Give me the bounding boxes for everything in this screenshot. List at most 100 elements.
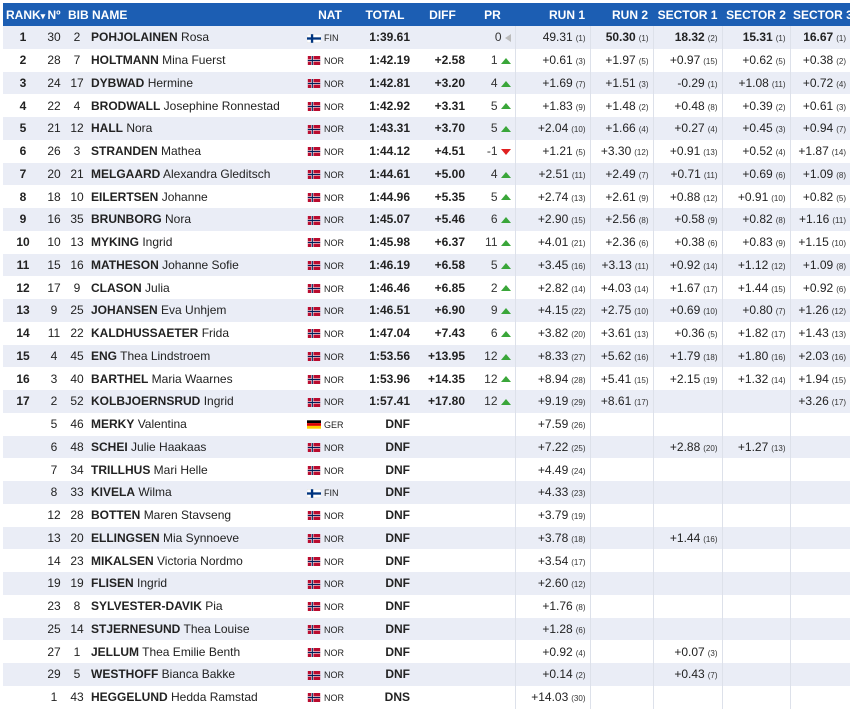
header-bib[interactable]: BIB bbox=[65, 3, 89, 26]
start-number-cell: 13 bbox=[47, 530, 61, 545]
athlete-name-link[interactable]: MELGAARD Alexandra Gleditsch bbox=[89, 163, 305, 186]
athlete-name-link[interactable]: FLISEN Ingrid bbox=[89, 572, 305, 595]
table-row[interactable]: 7 34 TRILLHUS Mari Helle NOR DNF +4.49 (2… bbox=[3, 458, 850, 481]
athlete-name-link[interactable]: KALDHUSSAETER Frida bbox=[89, 322, 305, 345]
start-number-cell: 2 bbox=[50, 394, 58, 409]
athlete-name-link[interactable]: HEGGELUND Hedda Ramstad bbox=[89, 686, 305, 709]
table-row[interactable]: 8 33 KIVELA Wilma FIN DNF +4.33 (23) bbox=[3, 481, 850, 504]
table-row[interactable]: 5 21 12 HALL Nora NOR 1:43.31 +3.70 5 +2… bbox=[3, 117, 850, 140]
header-sector3[interactable]: SECTOR 3 bbox=[790, 3, 853, 26]
table-row[interactable]: 17 2 52 KOLBJOERNSRUD Ingrid NOR 1:57.41… bbox=[3, 390, 850, 413]
bib-cell: 5 bbox=[73, 667, 81, 682]
table-row[interactable]: 25 14 STJERNESUND Thea Louise NOR DNF +1… bbox=[3, 617, 850, 641]
athlete-name-link[interactable]: HOLTMANN Mina Fuerst bbox=[89, 49, 305, 72]
run1-cell: +2.60 (12) bbox=[514, 572, 590, 595]
athlete-name-link[interactable]: DYBWAD Hermine bbox=[89, 72, 305, 95]
athlete-name-link[interactable]: BARTHEL Maria Waarnes bbox=[89, 367, 305, 390]
table-row[interactable]: 6 26 3 STRANDEN Mathea NOR 1:44.12 +4.51… bbox=[3, 139, 850, 163]
norway-flag-icon bbox=[307, 215, 321, 225]
table-row[interactable]: 1 30 2 POHJOLAINEN Rosa FIN 1:39.61 0 49… bbox=[3, 26, 850, 49]
header-no[interactable]: Nº bbox=[43, 3, 65, 26]
table-row[interactable]: 23 8 SYLVESTER-DAVIK Pia NOR DNF +1.76 (8… bbox=[3, 594, 850, 618]
sector1-cell: +0.71 (11) bbox=[652, 162, 722, 186]
header-diff[interactable]: DIFF bbox=[415, 3, 470, 26]
table-row[interactable]: 14 23 MIKALSEN Victoria Nordmo NOR DNF +… bbox=[3, 549, 850, 572]
header-pr[interactable]: PR bbox=[470, 3, 515, 26]
header-sector1[interactable]: SECTOR 1 bbox=[653, 3, 722, 26]
nation-cell: NOR bbox=[305, 254, 355, 277]
athlete-name-link[interactable]: JOHANSEN Eva Unhjem bbox=[89, 299, 305, 322]
start-number-cell: 29 bbox=[47, 667, 61, 682]
athlete-name-link[interactable]: HALL Nora bbox=[89, 117, 305, 140]
table-row[interactable]: 6 48 SCHEI Julie Haakaas NOR DNF +7.22 (2… bbox=[3, 435, 850, 459]
sector3-cell bbox=[789, 526, 850, 550]
sector2-cell bbox=[721, 390, 790, 413]
norway-flag-icon bbox=[307, 397, 321, 407]
arrow-up-icon bbox=[500, 353, 511, 360]
rank-cell: 13 bbox=[16, 303, 30, 318]
athlete-name-link[interactable]: BRUNBORG Nora bbox=[89, 208, 305, 231]
table-row[interactable]: 10 10 13 MYKING Ingrid NOR 1:45.98 +6.37… bbox=[3, 230, 850, 254]
athlete-name-link[interactable]: MERKY Valentina bbox=[89, 413, 305, 436]
bib-cell: 9 bbox=[73, 280, 81, 295]
athlete-name-link[interactable]: TRILLHUS Mari Helle bbox=[89, 458, 305, 481]
athlete-name-link[interactable]: POHJOLAINEN Rosa bbox=[89, 26, 305, 49]
athlete-name-link[interactable]: WESTHOFF Bianca Bakke bbox=[89, 663, 305, 686]
table-row[interactable]: 13 9 25 JOHANSEN Eva Unhjem NOR 1:46.51 … bbox=[3, 299, 850, 322]
rank-cell bbox=[3, 640, 43, 663]
norway-flag-icon bbox=[307, 602, 321, 612]
athlete-name-link[interactable]: STJERNESUND Thea Louise bbox=[89, 618, 305, 641]
table-row[interactable]: 13 20 ELLINGSEN Mia Synnoeve NOR DNF +3.… bbox=[3, 526, 850, 550]
table-row[interactable]: 3 24 17 DYBWAD Hermine NOR 1:42.81 +3.20… bbox=[3, 71, 850, 95]
bib-cell: 52 bbox=[70, 394, 84, 409]
athlete-name-link[interactable]: BOTTEN Maren Stavseng bbox=[89, 504, 305, 527]
header-name[interactable]: NAME bbox=[89, 3, 305, 26]
athlete-name-link[interactable]: KOLBJOERNSRUD Ingrid bbox=[89, 390, 305, 413]
table-row[interactable]: 9 16 35 BRUNBORG Nora NOR 1:45.07 +5.46 … bbox=[3, 208, 850, 231]
table-row[interactable]: 1 43 HEGGELUND Hedda Ramstad NOR DNS +14… bbox=[3, 685, 850, 709]
header-run1[interactable]: RUN 1 bbox=[515, 3, 590, 26]
table-row[interactable]: 12 17 9 CLASON Julia NOR 1:46.46 +6.85 2… bbox=[3, 276, 850, 299]
table-row[interactable]: 15 4 45 ENG Thea Lindstroem NOR 1:53.56 … bbox=[3, 344, 850, 368]
athlete-name-link[interactable]: JELLUM Thea Emilie Benth bbox=[89, 640, 305, 663]
athlete-name-link[interactable]: KIVELA Wilma bbox=[89, 481, 305, 504]
athlete-name-link[interactable]: MYKING Ingrid bbox=[89, 231, 305, 254]
athlete-name-link[interactable]: SCHEI Julie Haakaas bbox=[89, 436, 305, 459]
table-row[interactable]: 27 1 JELLUM Thea Emilie Benth NOR DNF +0… bbox=[3, 640, 850, 663]
athlete-name-link[interactable]: MATHESON Johanne Sofie bbox=[89, 254, 305, 277]
nation-cell: NOR bbox=[305, 640, 355, 663]
table-row[interactable]: 4 22 4 BRODWALL Josephine Ronnestad NOR … bbox=[3, 94, 850, 117]
run1-cell: +0.14 (2) bbox=[514, 663, 590, 686]
header-sector2[interactable]: SECTOR 2 bbox=[722, 3, 790, 26]
sector1-cell bbox=[652, 481, 722, 504]
rank-cell: 7 bbox=[19, 166, 27, 181]
header-rank[interactable]: RANK▾ bbox=[3, 3, 45, 26]
athlete-name-link[interactable]: SYLVESTER-DAVIK Pia bbox=[89, 595, 305, 618]
table-row[interactable]: 7 20 21 MELGAARD Alexandra Gleditsch NOR… bbox=[3, 162, 850, 186]
athlete-name-link[interactable]: MIKALSEN Victoria Nordmo bbox=[89, 549, 305, 572]
athlete-name-link[interactable]: ENG Thea Lindstroem bbox=[89, 345, 305, 368]
athlete-name-link[interactable]: CLASON Julia bbox=[89, 276, 305, 299]
run1-cell: +4.49 (24) bbox=[514, 458, 590, 481]
header-run2[interactable]: RUN 2 bbox=[590, 3, 653, 26]
run2-cell bbox=[589, 663, 653, 686]
table-row[interactable]: 19 19 FLISEN Ingrid NOR DNF +2.60 (12) bbox=[3, 572, 850, 595]
diff-cell: +13.95 bbox=[427, 348, 465, 363]
athlete-name-link[interactable]: BRODWALL Josephine Ronnestad bbox=[89, 94, 305, 117]
arrow-up-icon bbox=[500, 171, 511, 178]
table-row[interactable]: 8 18 10 EILERTSEN Johanne NOR 1:44.96 +5… bbox=[3, 185, 850, 208]
table-row[interactable]: 2 28 7 HOLTMANN Mina Fuerst NOR 1:42.19 … bbox=[3, 48, 850, 72]
athlete-name-link[interactable]: STRANDEN Mathea bbox=[89, 140, 305, 163]
table-row[interactable]: 12 28 BOTTEN Maren Stavseng NOR DNF +3.7… bbox=[3, 503, 850, 527]
header-nat[interactable]: NAT bbox=[305, 3, 355, 26]
table-row[interactable]: 11 15 16 MATHESON Johanne Sofie NOR 1:46… bbox=[3, 253, 850, 277]
table-row[interactable]: 16 3 40 BARTHEL Maria Waarnes NOR 1:53.9… bbox=[3, 367, 850, 390]
table-row[interactable]: 5 46 MERKY Valentina GER DNF +7.59 (26) bbox=[3, 412, 850, 436]
athlete-name-link[interactable]: ELLINGSEN Mia Synnoeve bbox=[89, 527, 305, 550]
header-total[interactable]: TOTAL bbox=[355, 3, 415, 26]
table-row[interactable]: 14 11 22 KALDHUSSAETER Frida NOR 1:47.04… bbox=[3, 321, 850, 345]
table-row[interactable]: 29 5 WESTHOFF Bianca Bakke NOR DNF +0.14… bbox=[3, 663, 850, 686]
rank-cell: 17 bbox=[16, 394, 30, 409]
sector1-cell: -0.29 (1) bbox=[652, 71, 722, 95]
athlete-name-link[interactable]: EILERTSEN Johanne bbox=[89, 185, 305, 208]
